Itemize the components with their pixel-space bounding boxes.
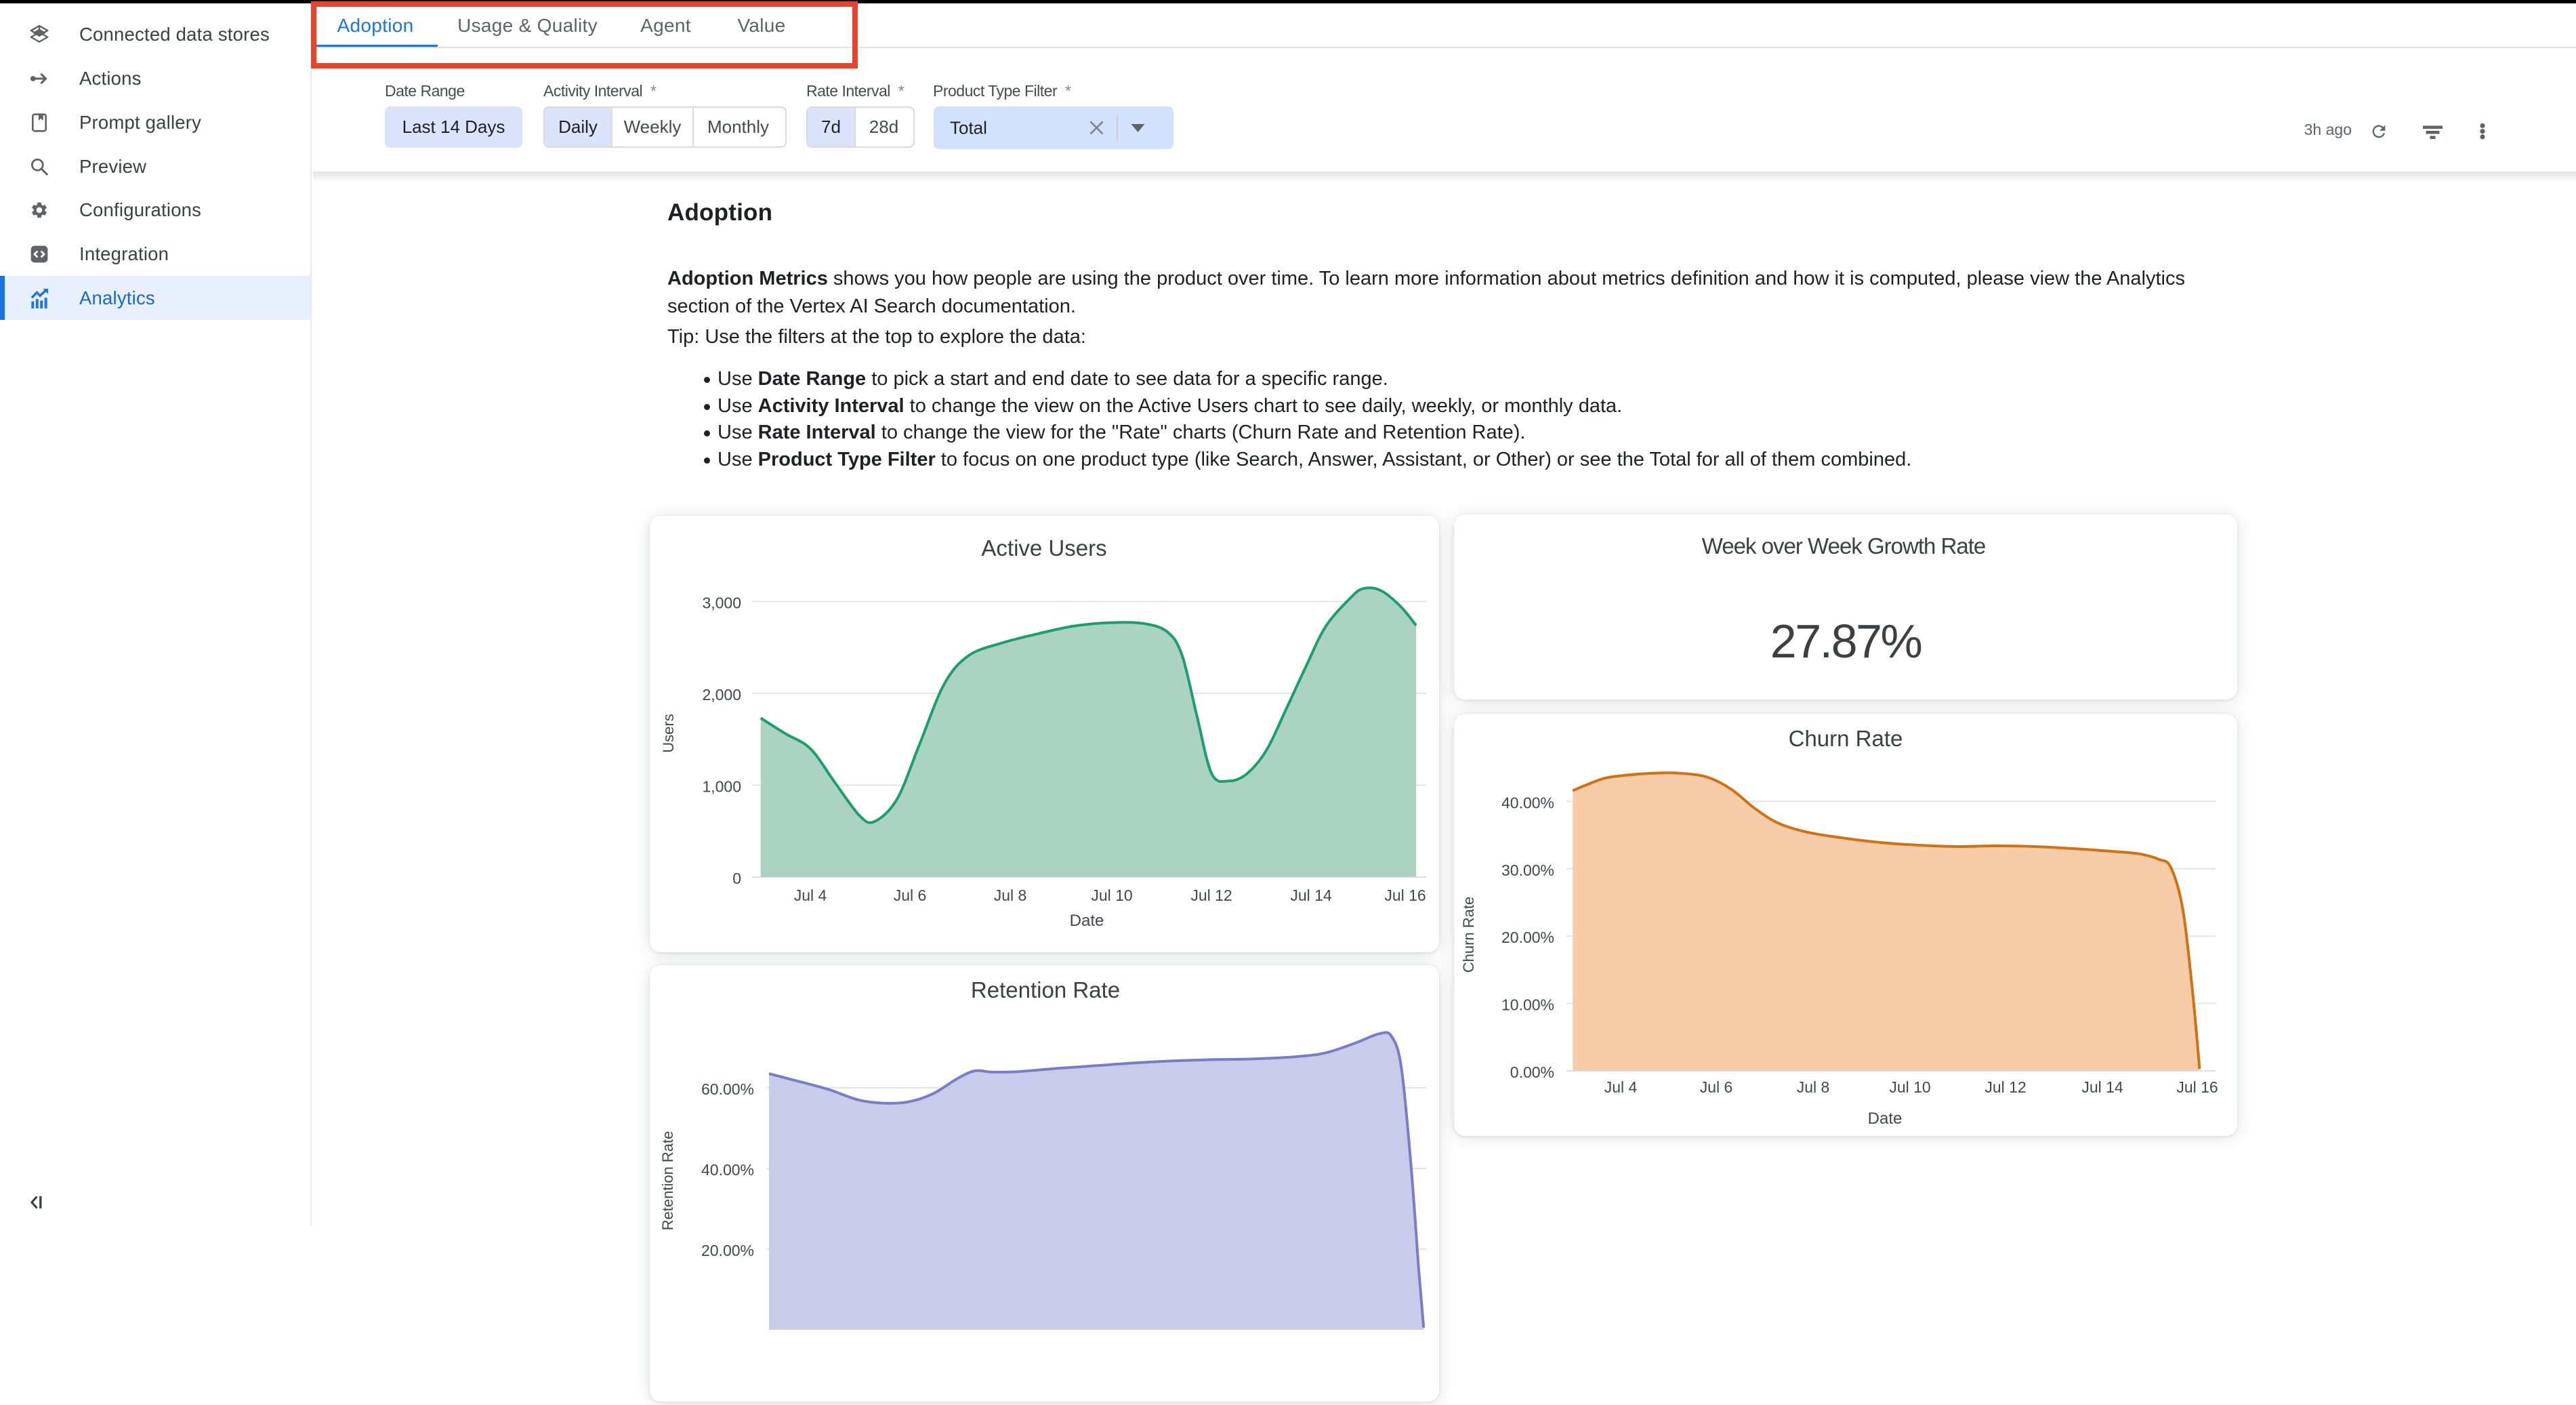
svg-text:0.00%: 0.00% xyxy=(1510,1063,1554,1081)
svg-text:Jul 14: Jul 14 xyxy=(2081,1078,2123,1096)
svg-text:Jul 12: Jul 12 xyxy=(1190,887,1232,904)
svg-text:30.00%: 30.00% xyxy=(1501,861,1554,879)
svg-text:Jul 10: Jul 10 xyxy=(1091,887,1132,904)
svg-text:Week over Week Growth Rate: Week over Week Growth Rate xyxy=(1702,533,1985,558)
svg-text:Jul 4: Jul 4 xyxy=(794,887,827,904)
svg-text:Jul 4: Jul 4 xyxy=(1604,1078,1638,1096)
svg-text:27.87%: 27.87% xyxy=(1770,615,1921,668)
svg-text:10.00%: 10.00% xyxy=(1501,996,1554,1014)
svg-text:1,000: 1,000 xyxy=(702,778,741,796)
svg-text:3,000: 3,000 xyxy=(702,594,741,612)
svg-text:0: 0 xyxy=(732,870,741,887)
svg-text:20.00%: 20.00% xyxy=(1501,929,1554,946)
svg-text:Churn Rate: Churn Rate xyxy=(1460,897,1477,973)
svg-text:40.00%: 40.00% xyxy=(701,1161,754,1179)
svg-text:Users: Users xyxy=(660,714,677,752)
svg-text:Jul 8: Jul 8 xyxy=(1797,1078,1830,1096)
svg-text:60.00%: 60.00% xyxy=(701,1080,754,1098)
svg-text:Jul 12: Jul 12 xyxy=(1985,1078,2026,1096)
svg-text:20.00%: 20.00% xyxy=(701,1242,754,1259)
svg-text:Churn Rate: Churn Rate xyxy=(1789,726,1903,751)
svg-text:Date: Date xyxy=(1070,912,1104,930)
svg-text:Date: Date xyxy=(1868,1109,1903,1128)
svg-text:Jul 6: Jul 6 xyxy=(1700,1078,1733,1096)
svg-text:Jul 6: Jul 6 xyxy=(894,887,927,904)
svg-text:Jul 8: Jul 8 xyxy=(994,887,1027,904)
svg-text:Retention Rate: Retention Rate xyxy=(659,1131,676,1231)
svg-text:Active Users: Active Users xyxy=(981,535,1106,561)
svg-text:Jul 16: Jul 16 xyxy=(1384,887,1426,904)
svg-text:40.00%: 40.00% xyxy=(1501,794,1554,811)
svg-text:Retention Rate: Retention Rate xyxy=(971,977,1120,1002)
svg-text:2,000: 2,000 xyxy=(702,686,741,704)
svg-text:Jul 14: Jul 14 xyxy=(1290,887,1332,904)
svg-text:Jul 10: Jul 10 xyxy=(1889,1078,1930,1096)
svg-text:Jul 16: Jul 16 xyxy=(2176,1078,2218,1096)
